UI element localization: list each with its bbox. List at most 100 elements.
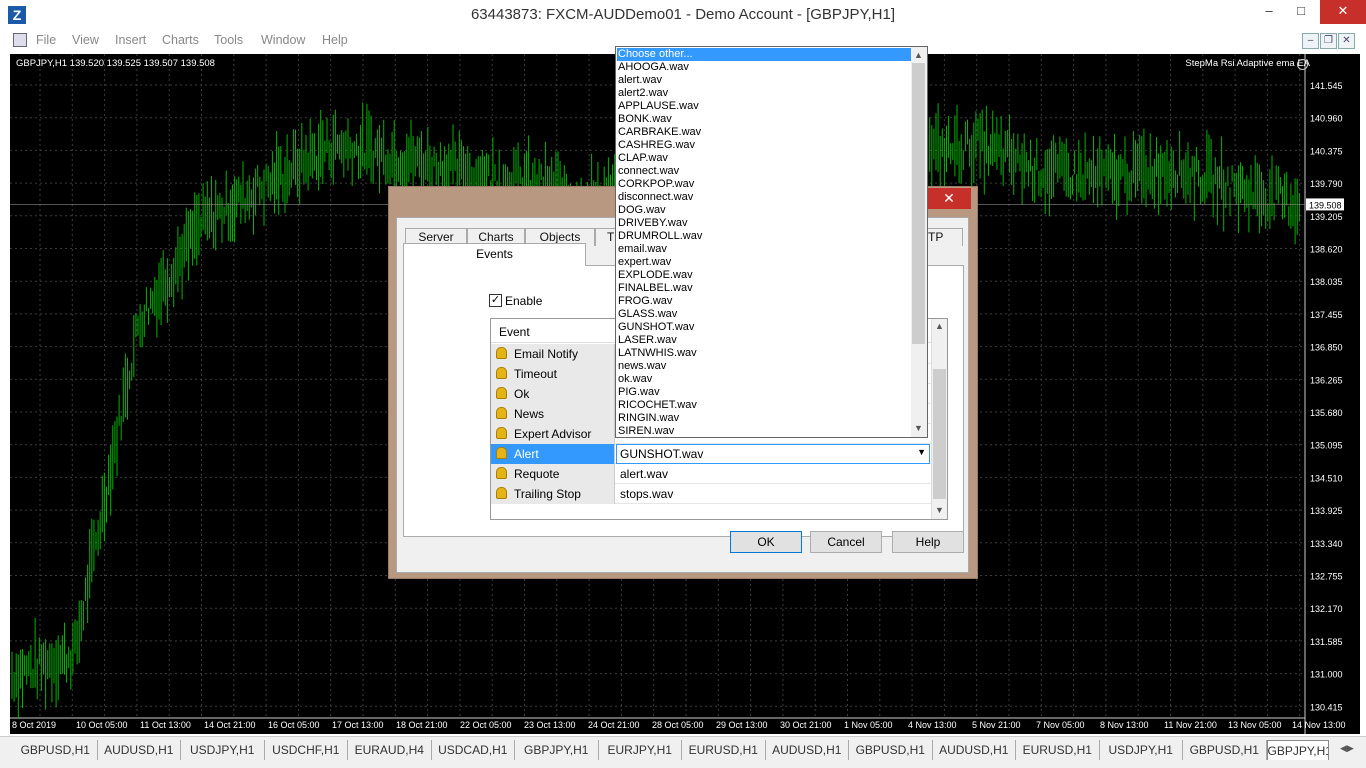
event-cell[interactable]: Trailing Stop xyxy=(491,484,615,504)
tab-events[interactable]: Events xyxy=(403,243,586,266)
event-cell[interactable]: Email Notify xyxy=(491,344,615,364)
dropdown-option[interactable]: connect.wav xyxy=(618,165,679,178)
dropdown-option[interactable]: CLAP.wav xyxy=(618,152,668,165)
chart-tabs-bar: GBPUSD,H1 AUDUSD,H1 USDJPY,H1 USDCHF,H1 EURA… xyxy=(0,736,1366,768)
chart-tab[interactable]: GBPJPY,H1 xyxy=(1266,740,1329,760)
chart-tab[interactable]: GBPUSD,H1 xyxy=(849,740,933,760)
mdi-minimize-button[interactable]: – xyxy=(1302,33,1319,49)
expert-advisor-label[interactable]: StepMa Rsi Adaptive ema EA xyxy=(1185,58,1310,69)
scroll-up-icon[interactable]: ▲ xyxy=(935,321,944,331)
dropdown-option[interactable]: alert2.wav xyxy=(618,87,668,100)
chart-tab[interactable]: USDJPY,H1 xyxy=(1100,740,1183,760)
dropdown-option[interactable]: Choose other... xyxy=(617,48,911,61)
dropdown-option[interactable]: APPLAUSE.wav xyxy=(618,100,699,113)
dropdown-option[interactable]: DRUMROLL.wav xyxy=(618,230,702,243)
dropdown-option[interactable]: CORKPOP.wav xyxy=(618,178,694,191)
chart-window-icon[interactable] xyxy=(13,33,27,47)
events-scroll-thumb[interactable] xyxy=(933,369,946,499)
dropdown-option[interactable]: expert.wav xyxy=(618,256,671,269)
tab-scroll-arrows-icon[interactable]: ◀▶ xyxy=(1340,743,1354,754)
event-cell[interactable]: Requote xyxy=(491,464,615,484)
chart-tab[interactable]: GBPUSD,H1 xyxy=(14,740,98,760)
menu-help[interactable]: Help xyxy=(322,33,348,47)
price-tick-label: 136.265 xyxy=(1310,375,1343,385)
dropdown-option[interactable]: alert.wav xyxy=(618,74,662,87)
enable-label: Enable xyxy=(505,294,543,308)
menu-window[interactable]: Window xyxy=(261,33,305,47)
chart-tab[interactable]: USDCHF,H1 xyxy=(265,740,348,760)
chart-tab[interactable]: EURUSD,H1 xyxy=(682,740,766,760)
minimize-button[interactable]: – xyxy=(1252,0,1286,24)
event-cell[interactable]: Expert Advisor xyxy=(491,424,615,444)
chart-tab[interactable]: USDCAD,H1 xyxy=(432,740,515,760)
tab-trade[interactable]: T xyxy=(595,228,617,246)
chart-tab[interactable]: GBPUSD,H1 xyxy=(1183,740,1267,760)
mdi-close-button[interactable]: ✕ xyxy=(1338,33,1355,49)
dropdown-option[interactable]: GLASS.wav xyxy=(618,308,677,321)
dropdown-option[interactable]: RINGIN.wav xyxy=(618,412,679,425)
dropdown-option[interactable]: PIG.wav xyxy=(618,386,660,399)
dropdown-scrollbar[interactable]: ▲ ▼ xyxy=(911,47,927,437)
enable-checkbox-box[interactable]: ✓ xyxy=(489,294,502,307)
maximize-button[interactable]: □ xyxy=(1284,0,1318,24)
dropdown-scroll-down-icon[interactable]: ▼ xyxy=(914,423,923,433)
sound-select[interactable]: GUNSHOT.wav ▼ xyxy=(616,444,930,464)
event-cell[interactable]: Ok xyxy=(491,384,615,404)
dropdown-option[interactable]: LASER.wav xyxy=(618,334,677,347)
chart-tab[interactable]: EURAUD,H4 xyxy=(348,740,432,760)
dropdown-option[interactable]: EXPLODE.wav xyxy=(618,269,693,282)
chart-tab[interactable]: AUDUSD,H1 xyxy=(766,740,849,760)
dropdown-option[interactable]: GUNSHOT.wav xyxy=(618,321,694,334)
chart-tab[interactable]: AUDUSD,H1 xyxy=(933,740,1016,760)
chart-tab[interactable]: GBPJPY,H1 xyxy=(515,740,599,760)
dropdown-option[interactable]: FROG.wav xyxy=(618,295,672,308)
help-button[interactable]: Help xyxy=(892,531,964,553)
event-cell[interactable]: Alert xyxy=(491,444,615,464)
dropdown-option[interactable]: CASHREG.wav xyxy=(618,139,695,152)
dropdown-scroll-up-icon[interactable]: ▲ xyxy=(914,50,923,60)
chart-tab[interactable]: AUDUSD,H1 xyxy=(98,740,181,760)
dropdown-scroll-thumb[interactable] xyxy=(912,63,925,344)
dropdown-option[interactable]: SIREN.wav xyxy=(618,425,674,437)
event-sound[interactable]: alert.wav xyxy=(620,467,668,481)
price-tick-label: 140.375 xyxy=(1310,146,1343,156)
sound-dropdown-list[interactable]: Choose other... AHOOGA.wav alert.wav alert2… xyxy=(615,46,928,438)
dropdown-option[interactable]: CARBRAKE.wav xyxy=(618,126,701,139)
dropdown-option[interactable]: LATNWHIS.wav xyxy=(618,347,697,360)
dropdown-option[interactable]: ok.wav xyxy=(618,373,652,386)
dropdown-option[interactable]: DRIVEBY.wav xyxy=(618,217,688,230)
dropdown-option[interactable]: FINALBEL.wav xyxy=(618,282,693,295)
event-sound[interactable]: stops.wav xyxy=(620,487,673,501)
menu-file[interactable]: File xyxy=(36,33,56,47)
chevron-down-icon[interactable]: ▼ xyxy=(917,447,926,457)
chart-tab[interactable]: USDJPY,H1 xyxy=(181,740,265,760)
dropdown-option[interactable]: DOG.wav xyxy=(618,204,666,217)
tab-ftp[interactable]: TP xyxy=(927,228,963,246)
close-button[interactable]: ✕ xyxy=(1320,0,1366,24)
dropdown-option[interactable]: email.wav xyxy=(618,243,667,256)
scroll-down-icon[interactable]: ▼ xyxy=(935,505,944,515)
dropdown-option[interactable]: disconnect.wav xyxy=(618,191,693,204)
events-scrollbar[interactable]: ▲ ▼ xyxy=(931,319,947,519)
menu-insert[interactable]: Insert xyxy=(115,33,146,47)
dropdown-option[interactable]: BONK.wav xyxy=(618,113,672,126)
dropdown-option[interactable]: RICOCHET.wav xyxy=(618,399,697,412)
event-row[interactable]: Alert GUNSHOT.wav ▼ xyxy=(491,444,931,464)
chart-tab[interactable]: EURUSD,H1 xyxy=(1016,740,1100,760)
title-bar: Z 63443873: FXCM-AUDDemo01 - Demo Accoun… xyxy=(0,0,1366,30)
price-tick-label: 130.415 xyxy=(1310,702,1343,712)
event-cell[interactable]: News xyxy=(491,404,615,424)
event-row[interactable]: Trailing Stop stops.wav xyxy=(491,484,931,504)
dropdown-option[interactable]: news.wav xyxy=(618,360,666,373)
menu-charts[interactable]: Charts xyxy=(162,33,199,47)
menu-tools[interactable]: Tools xyxy=(214,33,243,47)
event-cell[interactable]: Timeout xyxy=(491,364,615,384)
cancel-button[interactable]: Cancel xyxy=(810,531,882,553)
dropdown-option[interactable]: AHOOGA.wav xyxy=(618,61,689,74)
chart-tab[interactable]: EURJPY,H1 xyxy=(599,740,682,760)
mdi-restore-button[interactable]: ❐ xyxy=(1320,33,1337,49)
ok-button[interactable]: OK xyxy=(730,531,802,553)
event-row[interactable]: Requote alert.wav xyxy=(491,464,931,484)
menu-view[interactable]: View xyxy=(72,33,99,47)
dialog-close-button[interactable]: ✕ xyxy=(927,188,971,209)
